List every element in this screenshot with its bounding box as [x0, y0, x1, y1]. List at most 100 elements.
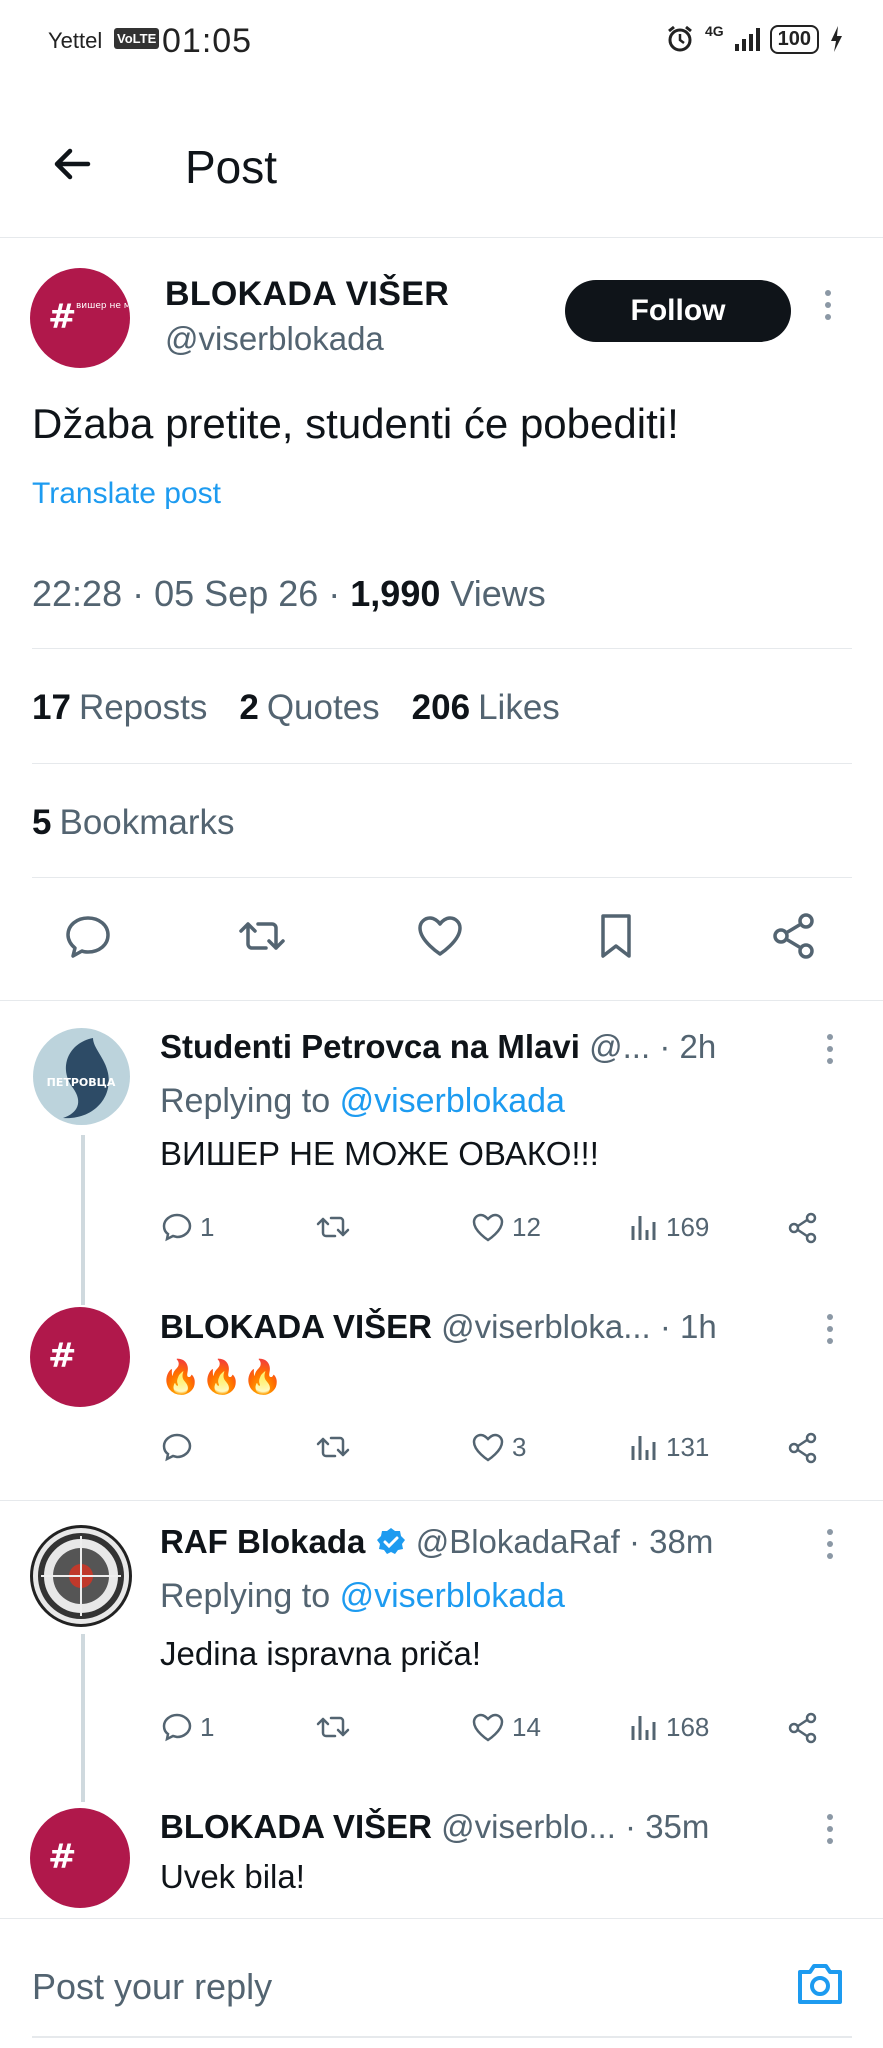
reply-item[interactable]: Studenti Petrovca na Mlavi @... · 2h Rep…: [0, 1020, 883, 1290]
reply-handle[interactable]: @BlokadaRaf: [416, 1523, 620, 1560]
reply-views-action[interactable]: 169: [630, 1210, 709, 1244]
charging-icon: [831, 26, 842, 52]
reply-input-underline: [32, 2036, 852, 2038]
share-icon[interactable]: [785, 1430, 821, 1466]
svg-text:#: #: [48, 297, 77, 337]
post-date: 05 Sep 26: [154, 573, 319, 614]
divider: [0, 1500, 883, 1501]
reply-item[interactable]: RAF Blokada @BlokadaRaf · 38m Replying t…: [0, 1515, 883, 1805]
reply-time: · 38m: [629, 1523, 714, 1560]
reply-handle[interactable]: @viserblo...: [441, 1808, 616, 1845]
views-icon: [631, 1716, 656, 1740]
post-stats: 17 Reposts 2 Quotes 206 Likes: [32, 688, 560, 728]
reply-like-action[interactable]: 12: [470, 1210, 541, 1244]
battery-indicator: 100: [769, 24, 819, 54]
reply-author-name[interactable]: RAF Blokada: [160, 1523, 365, 1560]
repost-icon[interactable]: [236, 910, 288, 962]
reply-views-action[interactable]: 168: [630, 1710, 709, 1744]
more-options-icon[interactable]: [823, 290, 833, 326]
volte-badge: VoLTE: [114, 28, 160, 49]
repost-icon: [316, 1716, 350, 1738]
reply-handle[interactable]: @...: [589, 1028, 650, 1065]
reply-header: BLOKADA VIŠER @viserblo... · 35m: [160, 1808, 709, 1846]
verified-badge-icon: [376, 1528, 405, 1554]
reposts-stat[interactable]: 17 Reposts: [32, 688, 207, 728]
top-bar: Post: [0, 120, 883, 238]
post-author[interactable]: BLOKADA VIŠER @viserblokada: [165, 275, 449, 358]
reply-actions: 1 12 169: [160, 1210, 820, 1250]
author-name[interactable]: BLOKADA VIŠER: [165, 275, 449, 314]
reply-actions: 3 131: [160, 1430, 820, 1470]
alarm-icon: [668, 25, 692, 52]
reply-text: Jedina ispravna priča!: [160, 1635, 482, 1672]
like-icon: [472, 1433, 504, 1462]
divider: [32, 763, 852, 764]
network-label: 4G: [704, 23, 724, 39]
post-meta: 22:28 · 05 Sep 26 · 1,990 Views: [32, 573, 546, 614]
reply-more-icon[interactable]: [825, 1314, 835, 1350]
author-avatar[interactable]: # вишер не може овако: [30, 268, 130, 368]
reply-views-action[interactable]: 131: [630, 1430, 709, 1464]
reply-icon: [162, 1713, 192, 1742]
reply-repost-action[interactable]: [315, 1210, 357, 1244]
reply-reply-action[interactable]: 1: [160, 1210, 214, 1244]
divider: [32, 648, 852, 649]
page-title: Post: [185, 141, 278, 193]
reply-reply-action[interactable]: 1: [160, 1710, 214, 1744]
reply-more-icon[interactable]: [825, 1034, 835, 1070]
camera-icon[interactable]: [794, 1960, 846, 2008]
author-handle[interactable]: @viserblokada: [165, 320, 449, 358]
reply-item[interactable]: BLOKADA VIŠER @viserblo... · 35m Uvek bi…: [0, 1800, 883, 1910]
likes-stat[interactable]: 206 Likes: [412, 688, 560, 728]
share-icon[interactable]: [785, 1710, 821, 1746]
like-icon[interactable]: [414, 910, 466, 962]
follow-button[interactable]: Follow: [565, 280, 791, 342]
views-icon: [631, 1216, 656, 1240]
reply-icon: [162, 1433, 192, 1462]
reply-text: Uvek bila!: [160, 1858, 305, 1895]
reply-like-action[interactable]: 14: [470, 1710, 541, 1744]
bookmarks-stat[interactable]: 5 Bookmarks: [32, 803, 235, 843]
divider: [32, 877, 852, 878]
reply-time: · 35m: [625, 1808, 710, 1845]
reply-author-name[interactable]: BLOKADA VIŠER: [160, 1308, 432, 1345]
replying-to-handle[interactable]: @viserblokada: [340, 1082, 565, 1120]
reply-author-name[interactable]: BLOKADA VIŠER: [160, 1808, 432, 1845]
reply-handle[interactable]: @viserbloka...: [441, 1308, 651, 1345]
replying-to-handle[interactable]: @viserblokada: [340, 1577, 565, 1615]
reply-text: 🔥🔥🔥: [160, 1358, 284, 1395]
reply-like-action[interactable]: 3: [470, 1430, 526, 1464]
status-bar: Yettel VoLTE 01:05 4G 100: [0, 0, 883, 90]
reply-author-name[interactable]: Studenti Petrovca na Mlavi: [160, 1028, 580, 1065]
blokada-logo-icon: # вишер не може овако: [48, 297, 130, 337]
reply-text: ВИШЕР НЕ МОЖЕ ОВАКО!!!: [160, 1135, 599, 1172]
views-count: 1,990: [350, 573, 441, 614]
replying-to: Replying to @viserblokada: [160, 1082, 565, 1120]
avatar-text: вишер не може овако: [76, 301, 130, 311]
post-text: Džaba pretite, studenti će pobediti!: [32, 400, 679, 447]
reply-time: · 2h: [659, 1028, 717, 1065]
translate-post-link[interactable]: Translate post: [32, 477, 221, 511]
reply-more-icon[interactable]: [825, 1529, 835, 1565]
repost-icon: [316, 1216, 350, 1238]
reply-input[interactable]: Post your reply: [32, 1966, 272, 2008]
bookmark-icon[interactable]: [590, 910, 642, 962]
status-icons: 4G 100: [665, 23, 843, 54]
share-icon[interactable]: [785, 1210, 821, 1246]
reply-header: BLOKADA VIŠER @viserbloka... · 1h: [160, 1308, 717, 1346]
reply-more-icon[interactable]: [825, 1814, 835, 1850]
signal-icon: [734, 28, 760, 51]
replying-to: Replying to @viserblokada: [160, 1577, 565, 1615]
share-icon[interactable]: [768, 910, 820, 962]
back-arrow-icon[interactable]: [48, 140, 96, 188]
reply-reply-action[interactable]: [160, 1430, 200, 1464]
reply-icon: [162, 1213, 192, 1242]
reply-icon[interactable]: [62, 910, 114, 962]
views-icon: [631, 1436, 656, 1460]
reply-repost-action[interactable]: [315, 1710, 357, 1744]
reply-repost-action[interactable]: [315, 1430, 357, 1464]
reply-item[interactable]: BLOKADA VIŠER @viserbloka... · 1h 🔥🔥🔥 3 …: [0, 1300, 883, 1500]
divider: [0, 1000, 883, 1001]
reply-time: · 1h: [659, 1308, 717, 1345]
quotes-stat[interactable]: 2 Quotes: [239, 688, 379, 728]
